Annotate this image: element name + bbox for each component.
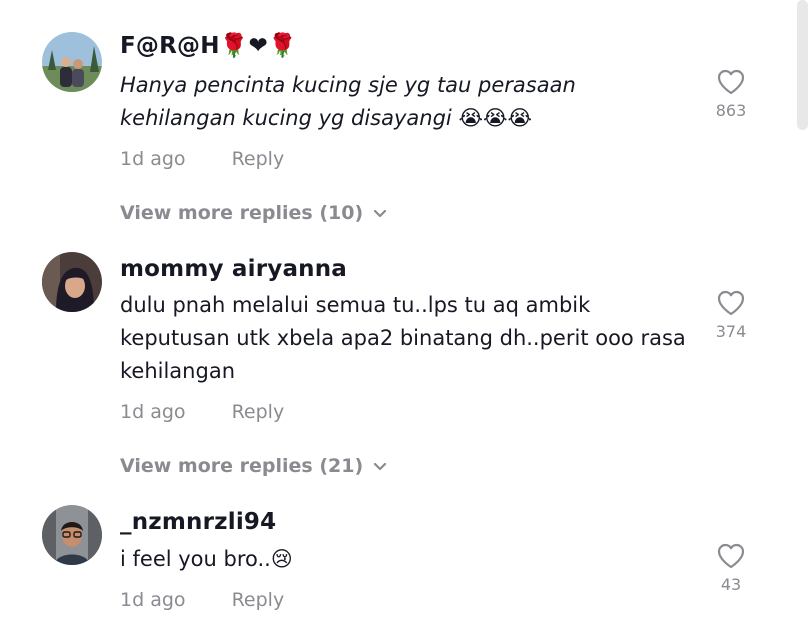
heart-outline-icon <box>717 69 745 95</box>
chevron-down-icon <box>374 462 387 470</box>
view-more-replies[interactable]: View more replies (21) <box>120 455 387 477</box>
reply-button[interactable]: Reply <box>232 401 285 423</box>
comment-text: dulu pnah melalui semua tu..lps tu aq am… <box>120 293 686 383</box>
view-more-label: View more replies (21) <box>120 455 364 477</box>
comment-meta: 1d ago Reply <box>120 148 284 170</box>
timestamp: 1d ago <box>120 589 186 611</box>
chevron-down-icon <box>374 209 387 217</box>
avatar[interactable] <box>42 32 102 92</box>
username[interactable]: _nzmnrzli94 <box>120 509 276 535</box>
avatar[interactable] <box>42 252 102 312</box>
heart-outline-icon <box>717 543 745 569</box>
like-count: 43 <box>720 575 742 594</box>
comment-meta: 1d ago Reply <box>120 589 284 611</box>
reply-button[interactable]: Reply <box>232 589 285 611</box>
heart-outline-icon <box>717 290 745 316</box>
like-button[interactable]: 863 <box>712 69 750 120</box>
view-more-replies[interactable]: View more replies (10) <box>120 202 387 224</box>
username[interactable]: F@R@H🌹❤🌹 <box>120 32 297 59</box>
like-button[interactable]: 43 <box>712 543 750 594</box>
scrollbar[interactable] <box>797 0 808 130</box>
comment-text: i feel you bro..😢 <box>120 547 293 571</box>
like-button[interactable]: 374 <box>712 290 750 341</box>
like-count: 374 <box>715 322 747 341</box>
comment-text: Hanya pencinta kucing sje yg tau perasaa… <box>120 73 576 130</box>
avatar[interactable] <box>42 505 102 565</box>
username[interactable]: mommy airyanna <box>120 256 347 282</box>
timestamp: 1d ago <box>120 401 186 423</box>
timestamp: 1d ago <box>120 148 186 170</box>
like-count: 863 <box>715 101 747 120</box>
comment-meta: 1d ago Reply <box>120 401 284 423</box>
reply-button[interactable]: Reply <box>232 148 285 170</box>
view-more-label: View more replies (10) <box>120 202 364 224</box>
